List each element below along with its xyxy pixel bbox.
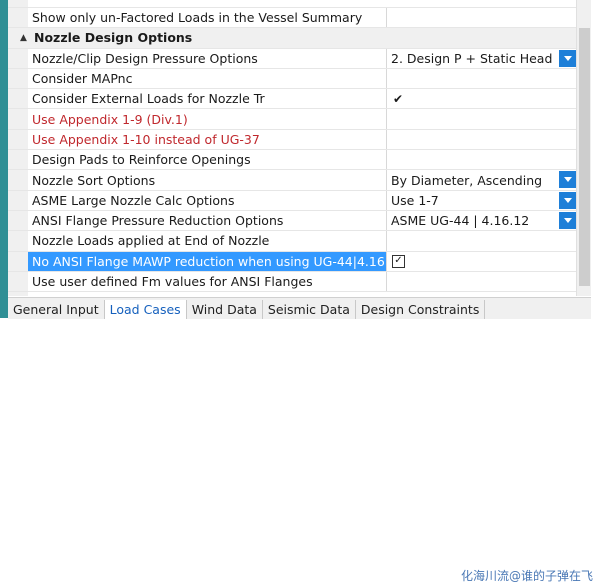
property-value[interactable] <box>388 130 576 149</box>
checkbox-checked-icon[interactable]: ✓ <box>392 254 405 268</box>
dropdown-arrow-icon[interactable] <box>559 49 576 67</box>
property-name-text: Use Appendix 1-9 (Div.1) <box>32 111 188 127</box>
vertical-scrollbar[interactable] <box>576 0 592 296</box>
category-label: ▲ Nozzle Design Options <box>8 28 576 48</box>
property-name-text: Consider MAPnc <box>32 71 133 87</box>
collapse-triangle-icon[interactable]: ▲ <box>20 33 34 43</box>
property-row[interactable]: Consider MAPnc <box>8 68 576 90</box>
property-value[interactable]: ✔ <box>388 89 576 108</box>
property-rows: Fatigue Analysis Show only un-Factored Lo… <box>8 0 576 293</box>
dropdown-arrow-icon[interactable] <box>559 211 576 229</box>
property-name-text: Use user defined Fm values for ANSI Flan… <box>32 274 313 289</box>
property-grid[interactable]: Fatigue Analysis Show only un-Factored Lo… <box>8 0 576 296</box>
property-value-dropdown[interactable]: ASME UG-44 | 4.16.12 <box>388 211 576 230</box>
property-value-dropdown[interactable]: Use 1-7 <box>388 191 576 210</box>
bottom-tab-bar: General Input Load Cases Wind Data Seism… <box>8 297 591 319</box>
property-name-text: Nozzle Loads applied at End of Nozzle <box>32 233 270 249</box>
property-value[interactable]: ✓ <box>388 252 576 271</box>
property-name: Show only un-Factored Loads in the Vesse… <box>28 8 387 28</box>
property-name: Nozzle Sort Options <box>28 170 387 190</box>
property-value[interactable] <box>388 69 576 88</box>
property-name-text: Use Appendix 1-10 instead of UG-37 <box>32 131 260 147</box>
property-name-text: Nozzle Design Options <box>34 30 193 46</box>
property-name-text: Consider External Loads for Nozzle Tr <box>32 91 265 107</box>
scrollbar-thumb[interactable] <box>579 28 590 286</box>
property-name: ASME Large Nozzle Calc Options <box>28 190 387 210</box>
property-value-text: Use 1-7 <box>391 192 439 208</box>
property-row[interactable]: Nozzle Loads applied at End of Nozzle <box>8 231 576 252</box>
property-name: Use user defined Fm values for ANSI Flan… <box>28 271 387 292</box>
property-name-text: ANSI Flange Pressure Reduction Options <box>32 213 284 229</box>
property-row[interactable]: No ANSI Flange MAWP reduction when using… <box>8 251 576 272</box>
property-name: ANSI Flange Pressure Reduction Options <box>28 210 387 231</box>
dropdown-arrow-icon[interactable] <box>559 171 576 189</box>
property-value[interactable] <box>388 272 576 291</box>
property-row[interactable]: Use Appendix 1-10 instead of UG-37 <box>8 129 576 151</box>
tab-load-cases[interactable]: Load Cases <box>104 300 187 319</box>
property-value[interactable] <box>388 231 576 250</box>
dropdown-arrow-icon[interactable] <box>559 191 576 209</box>
property-value[interactable] <box>388 8 576 27</box>
tab-wind-data[interactable]: Wind Data <box>187 300 263 319</box>
property-name: Design Pads to Reinforce Openings <box>28 150 387 170</box>
watermark: 化海川流@谁的子弹在飞 <box>460 569 593 583</box>
property-name: No ANSI Flange MAWP reduction when using… <box>28 251 387 271</box>
property-row[interactable]: Use user defined Fm values for ANSI Flan… <box>8 271 576 293</box>
tab-general-input[interactable]: General Input <box>8 300 105 319</box>
property-row[interactable]: Nozzle Sort Options By Diameter, Ascendin… <box>8 170 576 191</box>
property-row[interactable]: ASME Large Nozzle Calc Options Use 1-7 <box>8 190 576 211</box>
property-name-text: Show only un-Factored Loads in the Vesse… <box>32 10 363 26</box>
checkmark-icon[interactable]: ✔ <box>393 92 403 106</box>
property-value-text: ASME UG-44 | 4.16.12 <box>391 213 530 229</box>
property-row[interactable]: Fatigue Analysis <box>8 0 576 8</box>
property-name-text: No ANSI Flange MAWP reduction when using… <box>32 253 387 269</box>
property-value-text: 2. Design P + Static Head <box>391 50 553 66</box>
tab-design-constraints[interactable]: Design Constraints <box>356 300 486 319</box>
property-value[interactable] <box>388 109 576 128</box>
property-row[interactable]: ANSI Flange Pressure Reduction Options AS… <box>8 210 576 232</box>
property-value-dropdown[interactable]: 2. Design P + Static Head <box>388 49 576 68</box>
property-row[interactable]: Show only un-Factored Loads in the Vesse… <box>8 8 576 29</box>
property-name: Use Appendix 1-9 (Div.1) <box>28 109 387 129</box>
property-value[interactable] <box>388 150 576 169</box>
property-name-text: Nozzle/Clip Design Pressure Options <box>32 50 258 66</box>
right-window-edge <box>591 0 599 318</box>
property-name-text: Nozzle Sort Options <box>32 172 156 188</box>
property-row[interactable]: Consider External Loads for Nozzle Tr ✔ <box>8 89 576 110</box>
property-value-dropdown[interactable]: By Diameter, Ascending <box>388 170 576 189</box>
property-name: Nozzle Loads applied at End of Nozzle <box>28 231 387 251</box>
property-name-text: Design Pads to Reinforce Openings <box>32 152 251 168</box>
property-name-text: ASME Large Nozzle Calc Options <box>32 192 235 208</box>
category-row[interactable]: ▲ Nozzle Design Options <box>8 28 576 49</box>
property-name: Consider External Loads for Nozzle Tr <box>28 89 387 109</box>
property-row[interactable]: Use Appendix 1-9 (Div.1) <box>8 109 576 130</box>
property-value-text: By Diameter, Ascending <box>391 172 543 188</box>
property-row[interactable]: Nozzle/Clip Design Pressure Options 2. De… <box>8 48 576 69</box>
property-row[interactable]: Design Pads to Reinforce Openings <box>8 150 576 171</box>
property-name: Use Appendix 1-10 instead of UG-37 <box>28 129 387 150</box>
property-name: Consider MAPnc <box>28 68 387 89</box>
left-window-edge <box>0 0 8 318</box>
property-name: Nozzle/Clip Design Pressure Options <box>28 48 387 68</box>
tab-seismic-data[interactable]: Seismic Data <box>263 300 356 319</box>
